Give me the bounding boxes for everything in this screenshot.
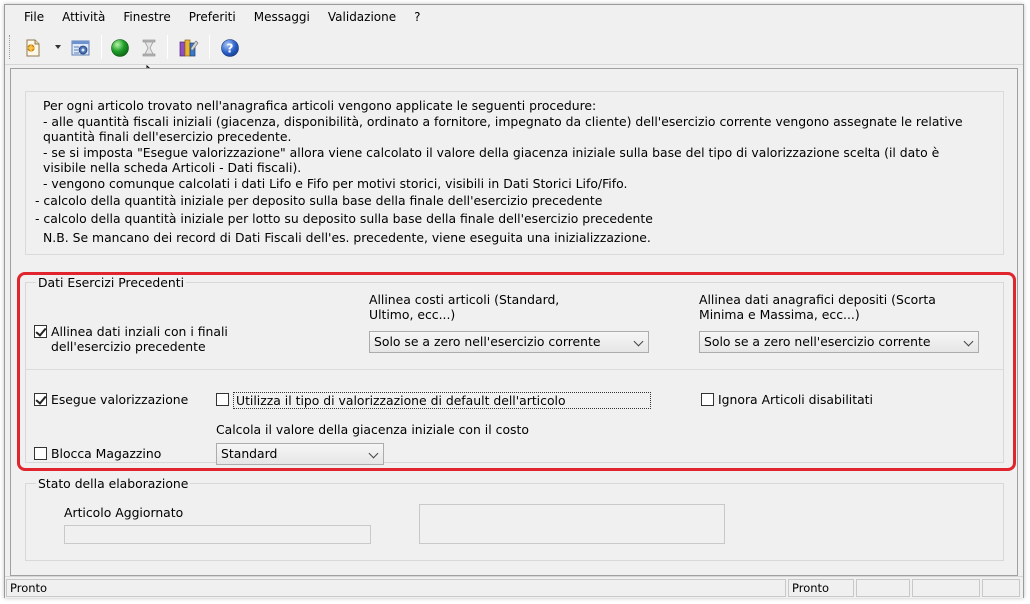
info-line: - calcolo della quantità iniziale per de… [35, 193, 603, 208]
info-line: Per ogni articolo trovato nell'anagrafic… [43, 98, 597, 113]
help-icon[interactable]: ? [218, 36, 242, 60]
hourglass-icon[interactable] [137, 36, 161, 60]
toolbar-grip[interactable] [9, 35, 12, 59]
menu-file[interactable]: File [15, 7, 53, 27]
stato-elaborazione-title: Stato della elaborazione [36, 476, 191, 491]
green-run-icon[interactable] [108, 36, 132, 60]
menu-messaggi[interactable]: Messaggi [245, 7, 319, 27]
menu-validazione[interactable]: Validazione [319, 7, 405, 27]
toolbar-separator [209, 35, 210, 59]
stato-elaborazione-group: Stato della elaborazione Articolo Aggior… [25, 476, 1004, 561]
svg-text:?: ? [227, 42, 234, 56]
status-bar: Pronto Pronto [5, 576, 1023, 598]
books-icon[interactable] [177, 36, 201, 60]
info-line: - calcolo della quantità iniziale per lo… [35, 211, 653, 226]
menu-preferiti[interactable]: Preferiti [180, 7, 245, 27]
menu-finestre[interactable]: Finestre [114, 7, 179, 27]
toolbar-separator [167, 35, 168, 59]
content-panel: Per ogni articolo trovato nell'anagrafic… [10, 68, 1018, 576]
status-panel [982, 579, 1020, 597]
info-line: visibile nella scheda Articoli - Dati fi… [43, 160, 302, 175]
info-line: N.B. Se mancano dei record di Dati Fisca… [43, 230, 651, 245]
status-panel [856, 579, 910, 597]
info-description-box: Per ogni articolo trovato nell'anagrafic… [25, 91, 1004, 255]
status-panel-left: Pronto [6, 579, 786, 597]
dropdown-arrow-icon[interactable] [55, 45, 61, 49]
menu-help[interactable]: ? [405, 7, 429, 27]
menu-attivita[interactable]: Attività [53, 7, 114, 27]
articolo-aggiornato-label: Articolo Aggiornato [64, 505, 184, 520]
highlight-annotation [17, 272, 1016, 471]
info-line: - vengono comunque calcolati i dati Lifo… [43, 176, 628, 191]
toolbar: ? [5, 29, 1023, 65]
main-window: File Attività Finestre Preferiti Messagg… [4, 4, 1024, 598]
toolbar-separator [101, 35, 102, 59]
status-panel-right: Pronto [788, 579, 854, 597]
gear-settings-icon[interactable] [69, 36, 93, 60]
info-line: quantità finali dell'esercizio precedent… [43, 129, 292, 144]
new-document-icon[interactable] [21, 36, 45, 60]
menu-bar: File Attività Finestre Preferiti Messagg… [5, 5, 1023, 29]
articolo-aggiornato-field [64, 525, 371, 544]
info-line: - alle quantità fiscali iniziali (giacen… [43, 114, 963, 129]
status-panel [912, 579, 980, 597]
info-line: - se si imposta "Esegue valorizzazione" … [43, 145, 940, 160]
progress-area [419, 504, 725, 544]
